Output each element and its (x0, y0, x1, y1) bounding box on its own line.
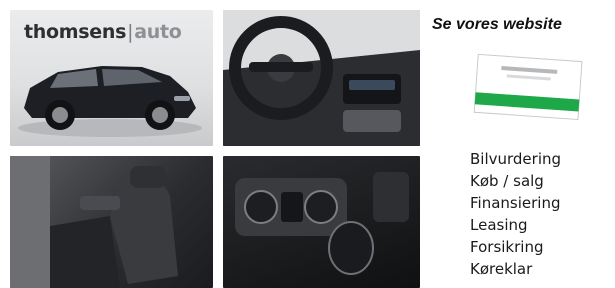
service-forsikring: Forsikring (470, 238, 544, 256)
logo-text-auto: auto (134, 21, 182, 43)
website-preview-image[interactable] (470, 52, 588, 124)
car-exterior-photo: thomsens|auto (10, 10, 213, 146)
sidebar-title[interactable]: Se vores website (432, 16, 612, 34)
seat-icon (10, 156, 178, 288)
logo-text-thomsens: thomsens (24, 21, 127, 43)
front-seats-photo (10, 156, 213, 288)
dashboard-photo (223, 10, 420, 146)
center-console-photo (223, 156, 420, 288)
service-koereklar: Køreklar (470, 260, 533, 278)
service-bilvurdering: Bilvurdering (470, 150, 562, 168)
services-list: Bilvurdering Køb / salg Finansiering Lea… (470, 148, 561, 280)
gear-shift-icon (235, 172, 409, 275)
steering-wheel-icon (223, 10, 420, 146)
service-leasing: Leasing (470, 216, 528, 234)
service-finansiering: Finansiering (470, 194, 561, 212)
service-koeb-salg: Køb / salg (470, 172, 544, 190)
thomsens-auto-logo: thomsens|auto (24, 21, 182, 43)
logo-divider: | (127, 21, 134, 43)
